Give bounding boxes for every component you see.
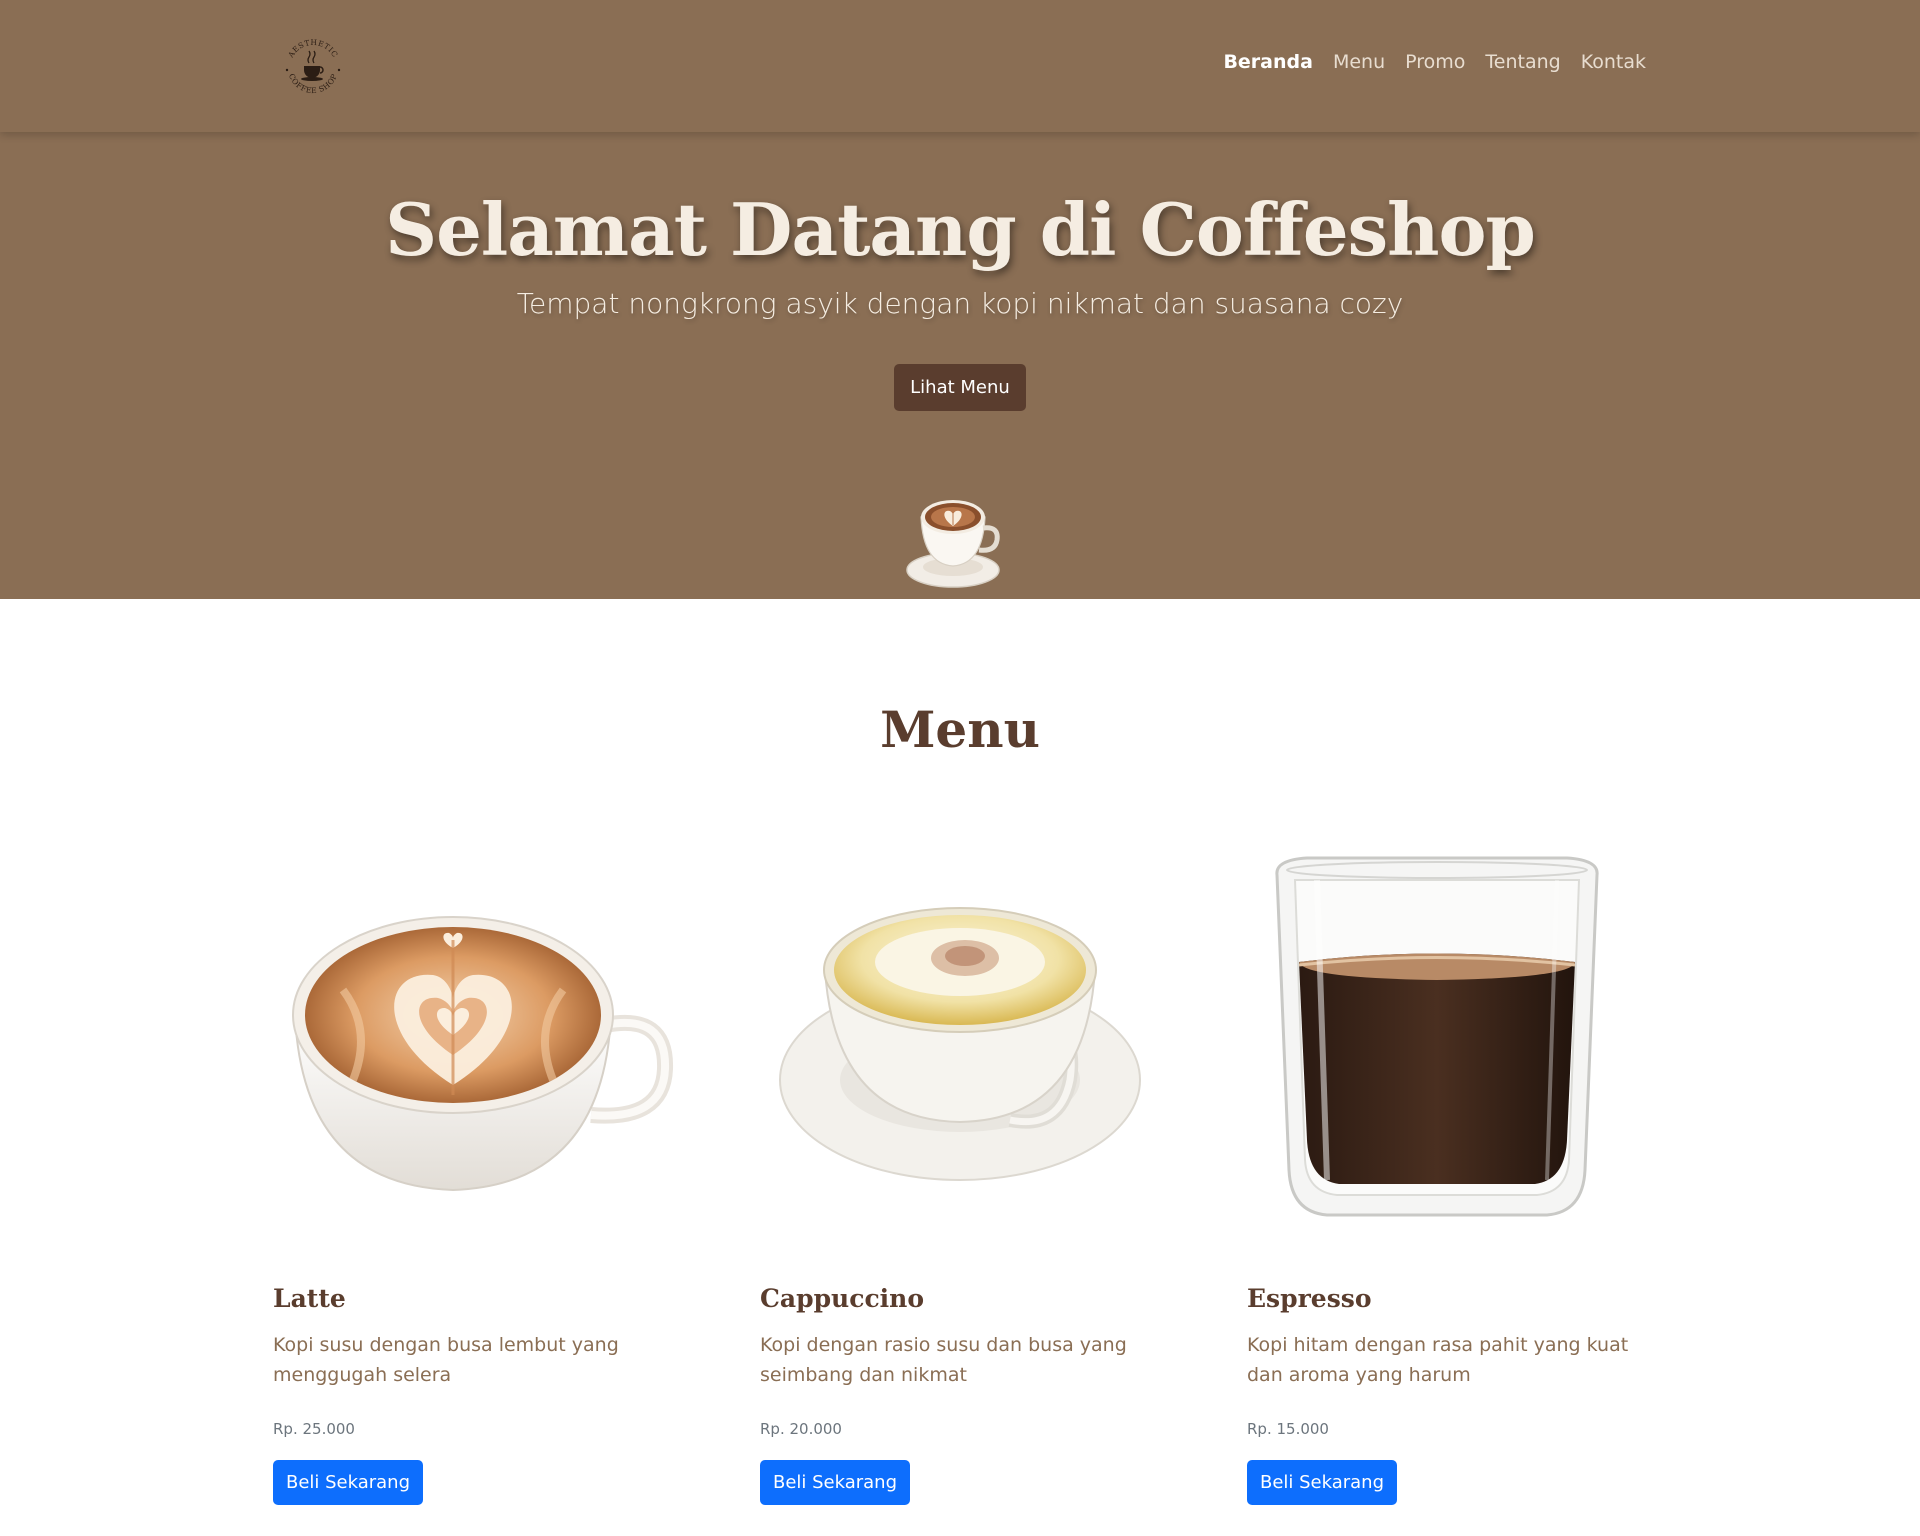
nav-link-kontak[interactable]: Kontak (1581, 51, 1646, 73)
menu-heading: Menu (880, 700, 1040, 759)
menu-item-name: Cappuccino (760, 1284, 925, 1313)
menu-item-price: Rp. 20.000 (760, 1420, 842, 1438)
latte-cup-icon (903, 482, 1015, 592)
nav-link-beranda[interactable]: Beranda (1223, 51, 1313, 73)
buy-now-button[interactable]: Beli Sekarang (1247, 1460, 1397, 1505)
latte-art-cup-icon (273, 840, 713, 1240)
cappuccino-cup-icon (760, 840, 1200, 1240)
menu-item-name: Espresso (1247, 1284, 1372, 1313)
hero-subtitle: Tempat nongkrong asyik dengan kopi nikma… (516, 287, 1404, 320)
nav-link-menu[interactable]: Menu (1333, 51, 1385, 73)
nav-link-promo[interactable]: Promo (1405, 51, 1465, 73)
navbar: AESTHETIC COFFEE SHOP Beranda Menu Promo… (0, 0, 1920, 132)
svg-text:AESTHETIC: AESTHETIC (286, 38, 340, 60)
nav-link-tentang[interactable]: Tentang (1485, 51, 1560, 73)
buy-now-button[interactable]: Beli Sekarang (760, 1460, 910, 1505)
view-menu-button[interactable]: Lihat Menu (894, 364, 1026, 411)
espresso-glass-icon (1247, 840, 1687, 1240)
menu-item-name: Latte (273, 1284, 346, 1313)
menu-card-latte: Latte Kopi susu dengan busa lembut yang … (273, 840, 713, 1530)
menu-card-cappuccino: Cappuccino Kopi dengan rasio susu dan bu… (760, 840, 1200, 1530)
coffee-shop-logo-icon[interactable]: AESTHETIC COFFEE SHOP (278, 33, 348, 103)
buy-now-button[interactable]: Beli Sekarang (273, 1460, 423, 1505)
menu-card-espresso: Espresso Kopi hitam dengan rasa pahit ya… (1247, 840, 1687, 1530)
menu-item-description: Kopi dengan rasio susu dan busa yang sei… (760, 1334, 1127, 1386)
menu-item-description: Kopi susu dengan busa lembut yang menggu… (273, 1334, 619, 1386)
menu-item-description: Kopi hitam dengan rasa pahit yang kuat d… (1247, 1334, 1629, 1386)
menu-item-price: Rp. 15.000 (1247, 1420, 1329, 1438)
menu-item-price: Rp. 25.000 (273, 1420, 355, 1438)
hero-section: Selamat Datang di Coffeshop Tempat nongk… (0, 132, 1920, 599)
hero-title: Selamat Datang di Coffeshop (385, 187, 1536, 272)
nav-links: Beranda Menu Promo Tentang Kontak (1223, 51, 1646, 73)
